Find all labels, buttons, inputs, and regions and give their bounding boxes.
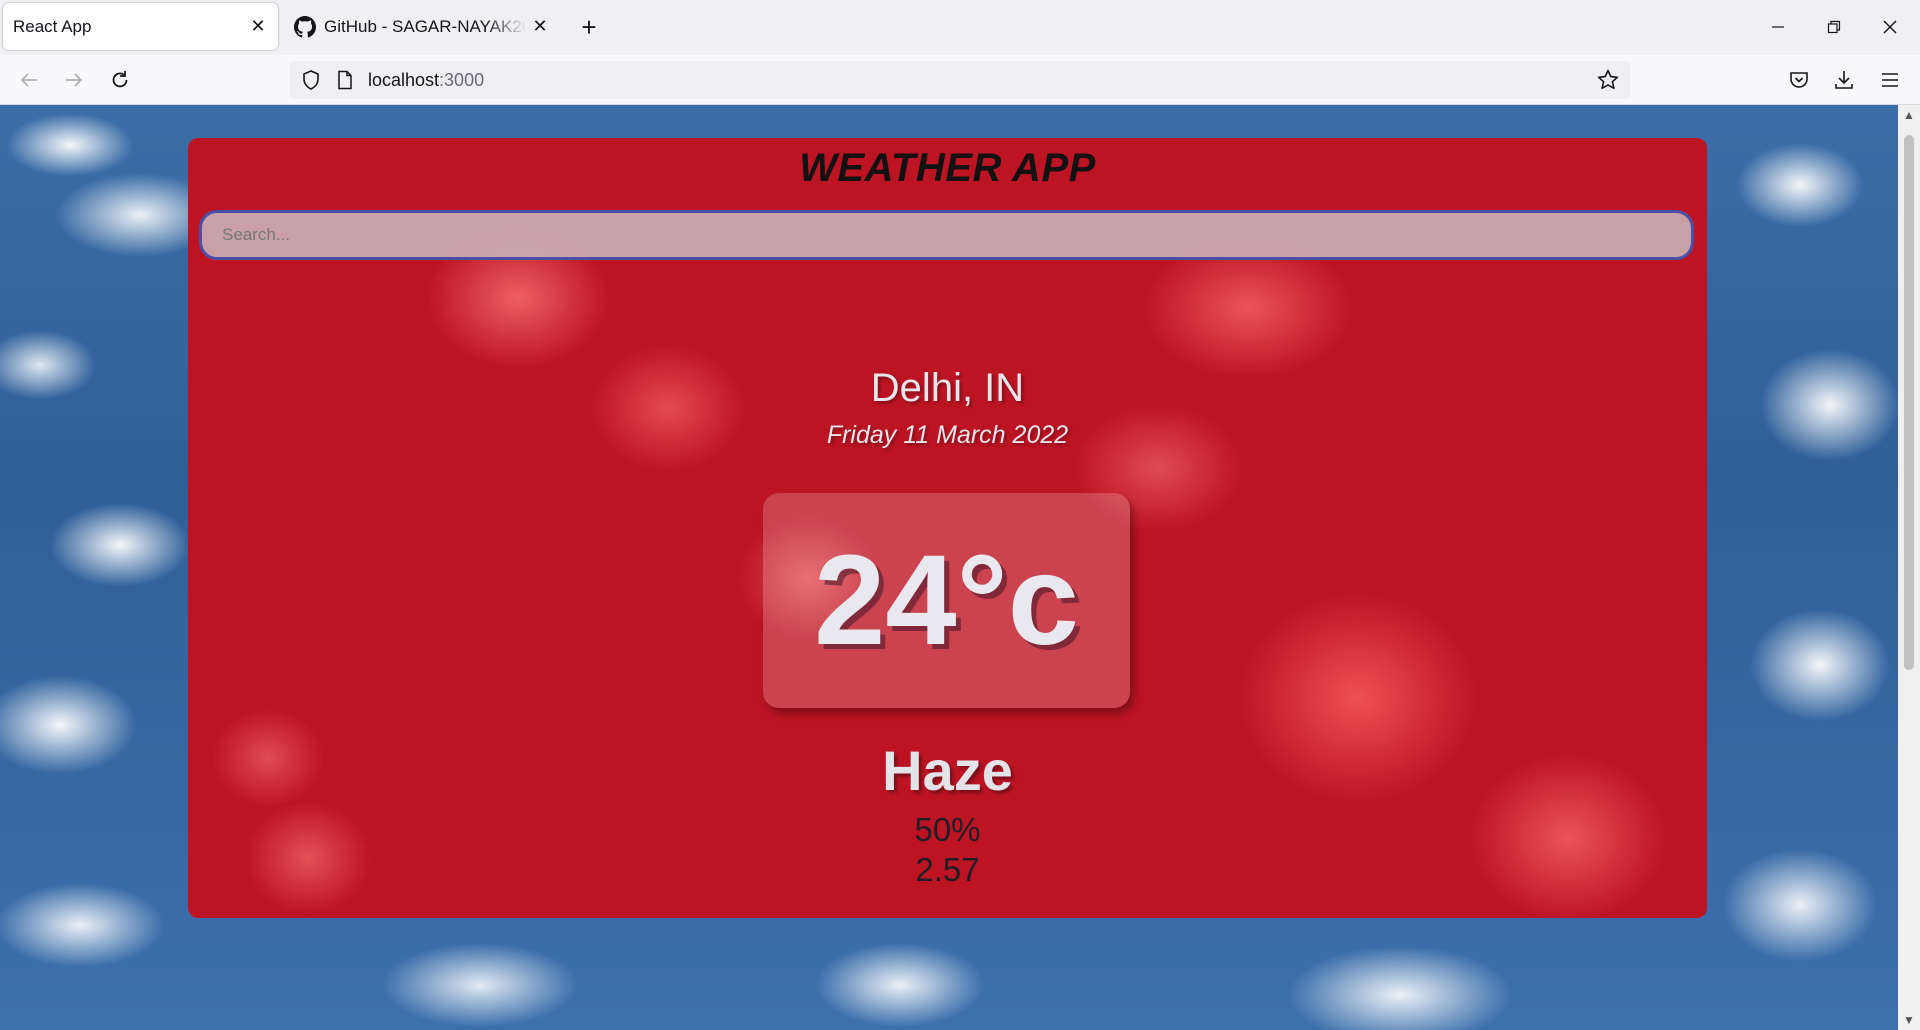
tab-github[interactable]: GitHub - SAGAR-NAYAK2000/weather ✕ xyxy=(290,3,560,50)
url-bar[interactable]: localhost:3000 xyxy=(290,61,1630,99)
reload-icon xyxy=(112,71,128,88)
app-title: WEATHER APP xyxy=(799,146,1096,190)
tab-title: GitHub - SAGAR-NAYAK2000/weather xyxy=(324,16,526,36)
weather-app-card: WEATHER APP Delhi, IN Friday 11 March 20… xyxy=(188,138,1707,918)
bookmark-star-icon[interactable] xyxy=(1596,68,1620,92)
shield-icon[interactable] xyxy=(300,69,322,91)
hamburger-menu-icon xyxy=(1882,73,1898,87)
page-viewport: WEATHER APP Delhi, IN Friday 11 March 20… xyxy=(0,105,1898,1030)
url-text[interactable]: localhost:3000 xyxy=(368,70,484,91)
forward-arrow-icon xyxy=(66,73,83,87)
forward-button[interactable] xyxy=(57,63,91,97)
github-icon xyxy=(294,15,316,37)
scrollbar-thumb[interactable] xyxy=(1904,135,1914,670)
url-port: :3000 xyxy=(439,69,485,90)
scroll-up-icon[interactable]: ▲ xyxy=(1898,105,1920,125)
restore-icon xyxy=(1827,20,1841,34)
browser-tab-strip: React App ✕ GitHub - SAGAR-NAYAK2000/wea… xyxy=(0,0,1920,55)
restore-button[interactable] xyxy=(1814,8,1854,46)
close-tab-icon[interactable]: ✕ xyxy=(244,13,272,41)
back-button[interactable] xyxy=(12,63,46,97)
humidity-value: 50% xyxy=(914,811,981,848)
pocket-icon xyxy=(1790,72,1808,88)
downloads-button[interactable] xyxy=(1827,63,1861,97)
temperature-value: 24°c xyxy=(814,529,1079,672)
page-icon[interactable] xyxy=(334,69,356,91)
location-label: Delhi, IN xyxy=(870,366,1025,410)
weather-condition: Haze xyxy=(882,739,1013,802)
close-icon xyxy=(1883,20,1897,34)
close-tab-icon[interactable]: ✕ xyxy=(526,13,554,41)
pocket-button[interactable] xyxy=(1782,63,1816,97)
tab-title: React App xyxy=(13,16,92,36)
back-arrow-icon xyxy=(20,73,37,87)
minimize-button[interactable] xyxy=(1758,8,1798,46)
vertical-scrollbar[interactable]: ▲ ▼ xyxy=(1898,105,1920,1030)
temperature-box: 24°c xyxy=(763,493,1130,708)
minimize-icon xyxy=(1772,26,1784,28)
download-icon xyxy=(1835,71,1853,89)
search-input[interactable] xyxy=(199,210,1694,260)
menu-button[interactable] xyxy=(1873,63,1907,97)
browser-navigation-bar: localhost:3000 xyxy=(0,55,1920,105)
date-label: Friday 11 March 2022 xyxy=(826,421,1069,449)
tab-react-app[interactable]: React App ✕ xyxy=(3,3,278,50)
url-host: localhost xyxy=(368,69,440,90)
new-tab-button[interactable]: + xyxy=(574,10,604,44)
close-window-button[interactable] xyxy=(1870,8,1910,46)
wind-speed-value: 2.57 xyxy=(915,851,980,888)
reload-button[interactable] xyxy=(103,63,137,97)
scroll-down-icon[interactable]: ▼ xyxy=(1898,1010,1920,1030)
